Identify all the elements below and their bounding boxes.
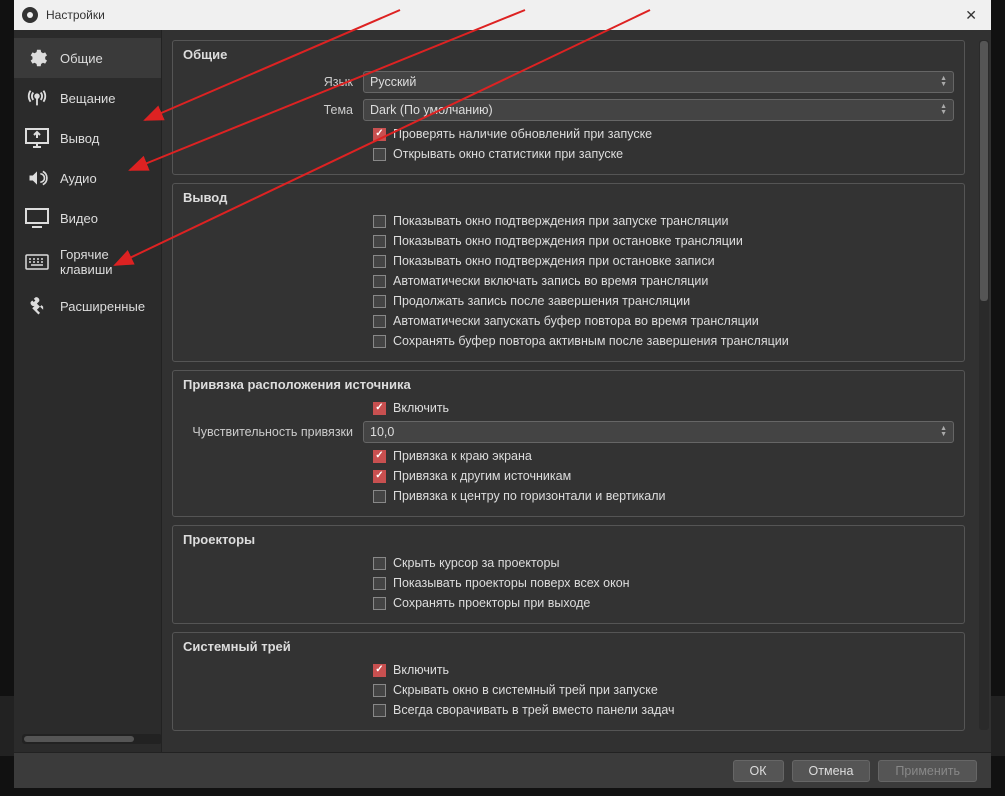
- checkbox-snap-center[interactable]: [373, 490, 386, 503]
- gear-icon: [24, 47, 50, 69]
- checkbox-open-stats[interactable]: [373, 148, 386, 161]
- checkbox-auto-replay[interactable]: [373, 315, 386, 328]
- group-title: Привязка расположения источника: [183, 377, 954, 392]
- sidebar-item-label: Общие: [60, 51, 103, 66]
- checkbox-auto-rec[interactable]: [373, 275, 386, 288]
- tools-icon: [24, 295, 50, 317]
- checkbox-on-top[interactable]: [373, 577, 386, 590]
- checkbox-label: Включить: [393, 663, 449, 677]
- checkbox-label: Показывать окно подтверждения при остано…: [393, 254, 715, 268]
- sidebar-item-video[interactable]: Видео: [14, 198, 161, 238]
- checkbox-confirm-stop-rec[interactable]: [373, 255, 386, 268]
- checkbox-snap-enable[interactable]: [373, 402, 386, 415]
- checkbox-check-updates[interactable]: [373, 128, 386, 141]
- keyboard-icon: [24, 251, 50, 273]
- checkbox-snap-other[interactable]: [373, 470, 386, 483]
- group-general: Общие Язык Русский ▲▼ Тема Dark (По умо: [172, 40, 965, 175]
- sidebar: Общие Вещание Вывод Аудио: [14, 30, 162, 752]
- checkbox-label: Скрывать окно в системный трей при запус…: [393, 683, 658, 697]
- label-theme: Тема: [183, 103, 363, 117]
- label-language: Язык: [183, 75, 363, 89]
- group-tray: Системный трей Включить Скрывать окно в …: [172, 632, 965, 731]
- checkbox-label: Продолжать запись после завершения транс…: [393, 294, 690, 308]
- group-output: Вывод Показывать окно подтверждения при …: [172, 183, 965, 362]
- monitor-icon: [24, 207, 50, 229]
- sidebar-item-label: Горячие клавиши: [60, 247, 151, 277]
- ok-button[interactable]: ОК: [733, 760, 784, 782]
- checkbox-tray-minimize[interactable]: [373, 704, 386, 717]
- checkbox-keep-rec[interactable]: [373, 295, 386, 308]
- updown-icon: ▲▼: [940, 76, 947, 88]
- footer: ОК Отмена Применить: [14, 752, 991, 788]
- checkbox-label: Всегда сворачивать в трей вместо панели …: [393, 703, 675, 717]
- checkbox-confirm-start[interactable]: [373, 215, 386, 228]
- checkbox-label: Показывать проекторы поверх всех окон: [393, 576, 630, 590]
- checkbox-save-proj[interactable]: [373, 597, 386, 610]
- sidebar-item-label: Расширенные: [60, 299, 145, 314]
- group-title: Общие: [183, 47, 954, 62]
- checkbox-label: Включить: [393, 401, 449, 415]
- sidebar-item-label: Вывод: [60, 131, 99, 146]
- dropdown-value: Русский: [370, 75, 416, 89]
- sidebar-item-label: Аудио: [60, 171, 97, 186]
- sidebar-item-audio[interactable]: Аудио: [14, 158, 161, 198]
- sidebar-item-advanced[interactable]: Расширенные: [14, 286, 161, 326]
- content-scrollbar[interactable]: [979, 40, 989, 730]
- speaker-icon: [24, 167, 50, 189]
- group-snap: Привязка расположения источника Включить…: [172, 370, 965, 517]
- checkbox-confirm-stop-stream[interactable]: [373, 235, 386, 248]
- checkbox-label: Сохранять проекторы при выходе: [393, 596, 590, 610]
- checkbox-hide-cursor[interactable]: [373, 557, 386, 570]
- checkbox-label: Автоматически запускать буфер повтора во…: [393, 314, 759, 328]
- sidebar-item-hotkeys[interactable]: Горячие клавиши: [14, 238, 161, 286]
- sidebar-scrollbar[interactable]: [22, 734, 162, 744]
- checkbox-label: Проверять наличие обновлений при запуске: [393, 127, 652, 141]
- sidebar-item-label: Вещание: [60, 91, 116, 106]
- cancel-button[interactable]: Отмена: [792, 760, 871, 782]
- checkbox-label: Открывать окно статистики при запуске: [393, 147, 623, 161]
- checkbox-label: Показывать окно подтверждения при остано…: [393, 234, 743, 248]
- content-area: Общие Язык Русский ▲▼ Тема Dark (По умо: [162, 30, 991, 752]
- checkbox-label: Скрыть курсор за проекторы: [393, 556, 559, 570]
- sidebar-item-label: Видео: [60, 211, 98, 226]
- titlebar: Настройки ✕: [14, 0, 991, 30]
- checkbox-snap-edge[interactable]: [373, 450, 386, 463]
- checkbox-label: Привязка к краю экрана: [393, 449, 532, 463]
- dropdown-language[interactable]: Русский ▲▼: [363, 71, 954, 93]
- antenna-icon: [24, 87, 50, 109]
- close-icon[interactable]: ✕: [959, 7, 983, 24]
- group-projectors: Проекторы Скрыть курсор за проекторы Пок…: [172, 525, 965, 624]
- group-title: Проекторы: [183, 532, 954, 547]
- checkbox-label: Привязка к центру по горизонтали и верти…: [393, 489, 666, 503]
- updown-icon: ▲▼: [940, 426, 947, 438]
- sidebar-item-general[interactable]: Общие: [14, 38, 161, 78]
- checkbox-tray-hide[interactable]: [373, 684, 386, 697]
- sidebar-item-output[interactable]: Вывод: [14, 118, 161, 158]
- monitor-arrow-icon: [24, 127, 50, 149]
- checkbox-label: Показывать окно подтверждения при запуск…: [393, 214, 728, 228]
- window-title: Настройки: [46, 8, 105, 22]
- apply-button[interactable]: Применить: [878, 760, 977, 782]
- spinner-value: 10,0: [370, 425, 394, 439]
- sidebar-item-stream[interactable]: Вещание: [14, 78, 161, 118]
- checkbox-label: Сохранять буфер повтора активным после з…: [393, 334, 789, 348]
- group-title: Вывод: [183, 190, 954, 205]
- checkbox-keep-replay[interactable]: [373, 335, 386, 348]
- app-icon: [22, 7, 38, 23]
- checkbox-label: Автоматически включать запись во время т…: [393, 274, 708, 288]
- spinner-sensitivity[interactable]: 10,0 ▲▼: [363, 421, 954, 443]
- group-title: Системный трей: [183, 639, 954, 654]
- label-sensitivity: Чувствительность привязки: [183, 425, 363, 439]
- updown-icon: ▲▼: [940, 104, 947, 116]
- dropdown-value: Dark (По умолчанию): [370, 103, 493, 117]
- checkbox-label: Привязка к другим источникам: [393, 469, 571, 483]
- dropdown-theme[interactable]: Dark (По умолчанию) ▲▼: [363, 99, 954, 121]
- checkbox-tray-enable[interactable]: [373, 664, 386, 677]
